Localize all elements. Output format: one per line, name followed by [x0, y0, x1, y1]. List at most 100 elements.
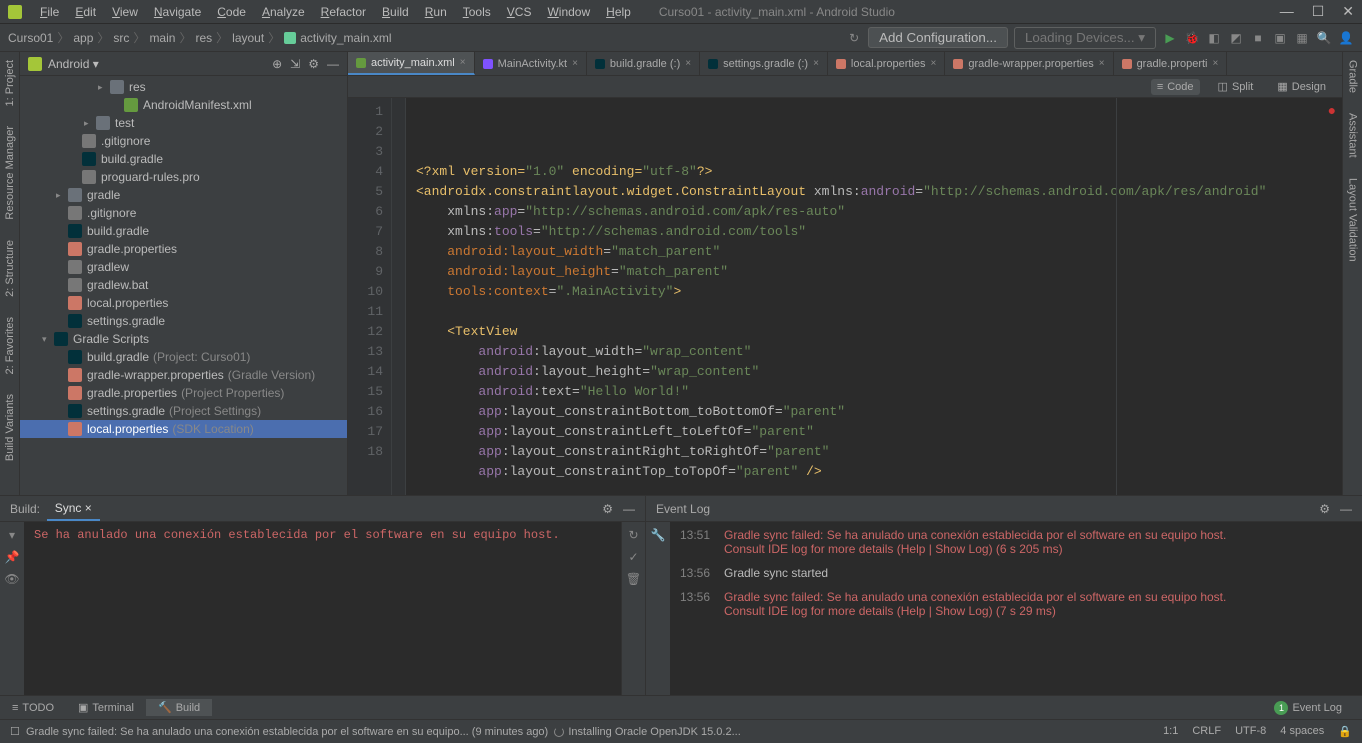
view-code-button[interactable]: ≡ Code [1151, 79, 1200, 95]
search-icon[interactable]: 🔍 [1316, 30, 1332, 46]
background-task[interactable]: Installing Oracle OpenJDK 15.0.2... [568, 726, 740, 738]
close-tab-icon[interactable]: × [685, 58, 691, 69]
menu-build[interactable]: Build [374, 3, 417, 21]
rail-tab[interactable]: 2: Structure [4, 240, 16, 297]
sdk-icon[interactable]: ▦ [1294, 30, 1310, 46]
profile-icon[interactable]: ◧ [1206, 30, 1222, 46]
close-tab-icon[interactable]: × [813, 58, 819, 69]
editor-tab[interactable]: gradle-wrapper.properties× [945, 52, 1113, 75]
sync-icon[interactable]: ↻ [846, 30, 862, 46]
line-separator[interactable]: CRLF [1192, 725, 1221, 738]
editor-tab[interactable]: activity_main.xml× [348, 52, 475, 75]
view-design-button[interactable]: ▦ Design [1271, 78, 1332, 95]
editor-tab[interactable]: build.gradle (:)× [587, 52, 700, 75]
tree-item[interactable]: ▸res [20, 78, 347, 96]
wrench-icon[interactable]: 🔧 [651, 528, 666, 542]
tree-item[interactable]: gradle.properties [20, 240, 347, 258]
avd-icon[interactable]: ▣ [1272, 30, 1288, 46]
menu-vcs[interactable]: VCS [499, 3, 540, 21]
hide-icon[interactable]: — [623, 502, 635, 516]
menu-view[interactable]: View [104, 3, 146, 21]
tree-item[interactable]: .gitignore [20, 132, 347, 150]
cursor-position[interactable]: 1:1 [1163, 725, 1178, 738]
menu-help[interactable]: Help [598, 3, 639, 21]
tree-item[interactable]: proguard-rules.pro [20, 168, 347, 186]
tree-item[interactable]: gradle.properties(Project Properties) [20, 384, 347, 402]
close-icon[interactable]: ✕ [1342, 3, 1354, 20]
tree-item[interactable]: local.properties [20, 294, 347, 312]
menu-window[interactable]: Window [539, 3, 598, 21]
file-encoding[interactable]: UTF-8 [1235, 725, 1266, 738]
rail-tab[interactable]: Build Variants [4, 394, 16, 461]
status-icon[interactable]: ☐ [10, 725, 20, 738]
expand-icon[interactable]: ⇲ [290, 57, 300, 71]
hide-icon[interactable]: — [327, 57, 339, 71]
pin-icon[interactable]: 📌 [5, 550, 20, 564]
rail-tab[interactable]: 2: Favorites [4, 317, 16, 374]
rail-tab[interactable]: 1: Project [4, 60, 16, 106]
build-tab[interactable]: 🔨 Build [146, 699, 212, 716]
rail-tab[interactable]: Gradle [1347, 60, 1359, 93]
terminal-tab[interactable]: ▣ Terminal [66, 699, 146, 716]
collapse-icon[interactable]: ▾ [9, 528, 15, 542]
add-configuration-button[interactable]: Add Configuration... [868, 27, 1008, 48]
menu-analyze[interactable]: Analyze [254, 3, 313, 21]
event-log-tab[interactable]: 1 Event Log [1262, 699, 1354, 717]
close-tab-icon[interactable]: × [1099, 58, 1105, 69]
editor-tab[interactable]: local.properties× [828, 52, 945, 75]
tree-item[interactable]: settings.gradle(Project Settings) [20, 402, 347, 420]
tree-item[interactable]: local.properties(SDK Location) [20, 420, 347, 438]
gear-icon[interactable]: ⚙ [602, 502, 613, 516]
menu-refactor[interactable]: Refactor [313, 3, 374, 21]
locate-icon[interactable]: ⊕ [272, 57, 282, 71]
breadcrumb-item[interactable]: Curso01 [8, 31, 53, 45]
error-indicator-icon[interactable]: ● [1328, 102, 1336, 122]
minimize-icon[interactable]: — [1280, 3, 1294, 20]
tree-item[interactable]: gradlew.bat [20, 276, 347, 294]
tree-item[interactable]: build.gradle(Project: Curso01) [20, 348, 347, 366]
tree-item[interactable]: build.gradle [20, 222, 347, 240]
project-view-selector[interactable]: Android ▾ [48, 57, 99, 71]
menu-navigate[interactable]: Navigate [146, 3, 209, 21]
close-tab-icon[interactable]: × [1213, 58, 1219, 69]
todo-tab[interactable]: ≡ TODO [0, 700, 66, 716]
device-selector[interactable]: Loading Devices... ▾ [1014, 27, 1156, 49]
check-icon[interactable]: ✓ [628, 550, 638, 564]
rail-tab[interactable]: Resource Manager [4, 126, 16, 220]
tree-item[interactable]: ▸test [20, 114, 347, 132]
breadcrumb-item[interactable]: activity_main.xml [300, 31, 391, 45]
gear-icon[interactable]: ⚙ [1319, 502, 1330, 516]
rail-tab[interactable]: Layout Validation [1347, 178, 1359, 262]
maximize-icon[interactable]: ☐ [1312, 3, 1325, 20]
editor-tab[interactable]: MainActivity.kt× [475, 52, 587, 75]
breadcrumb-item[interactable]: layout [232, 31, 264, 45]
gear-icon[interactable]: ⚙ [308, 57, 319, 71]
run-icon[interactable]: ▶ [1162, 30, 1178, 46]
menu-tools[interactable]: Tools [455, 3, 499, 21]
hide-icon[interactable]: — [1340, 502, 1352, 516]
close-tab-icon[interactable]: × [572, 58, 578, 69]
lock-icon[interactable]: 🔒 [1338, 725, 1352, 738]
rerun-icon[interactable]: ↻ [628, 528, 638, 542]
editor-tab[interactable]: settings.gradle (:)× [700, 52, 828, 75]
user-icon[interactable]: 👤 [1338, 30, 1354, 46]
breadcrumb-item[interactable]: src [113, 31, 129, 45]
close-tab-icon[interactable]: × [460, 57, 466, 68]
tree-item[interactable]: build.gradle [20, 150, 347, 168]
tree-item[interactable]: gradle-wrapper.properties(Gradle Version… [20, 366, 347, 384]
tree-item[interactable]: ▸gradle [20, 186, 347, 204]
eye-icon[interactable]: 👁 [4, 572, 19, 586]
rail-tab[interactable]: Assistant [1347, 113, 1359, 158]
tree-item[interactable]: ▾Gradle Scripts [20, 330, 347, 348]
code-editor[interactable]: 123456789101112131415161718 ● <?xml vers… [348, 98, 1342, 495]
stop-icon[interactable]: ■ [1250, 30, 1266, 46]
menu-code[interactable]: Code [209, 3, 254, 21]
breadcrumb-item[interactable]: res [195, 31, 212, 45]
sync-tab[interactable]: Sync × [47, 497, 100, 521]
menu-file[interactable]: File [32, 3, 67, 21]
debug-icon[interactable]: 🐞 [1184, 30, 1200, 46]
menu-run[interactable]: Run [417, 3, 455, 21]
menu-edit[interactable]: Edit [67, 3, 104, 21]
breadcrumb-item[interactable]: main [149, 31, 175, 45]
delete-icon[interactable]: 🗑 [626, 572, 641, 586]
